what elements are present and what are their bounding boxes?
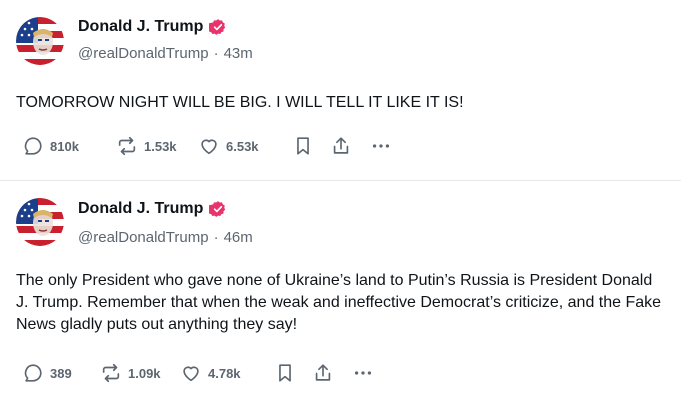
bookmark-button[interactable] [274, 362, 312, 384]
post-time[interactable]: 46m [224, 229, 253, 246]
avatar[interactable] [16, 198, 64, 246]
post-2-layer: Donald J. Trump @realDonaldTrump · 46m T… [0, 0, 681, 408]
author-handle[interactable]: @realDonaldTrump [78, 229, 209, 246]
reply-count: 389 [50, 365, 72, 381]
more-icon [354, 371, 372, 375]
bookmark-icon [279, 364, 291, 382]
like-button[interactable]: 4.78k [180, 362, 274, 384]
post-meta: @realDonaldTrump · 46m [78, 229, 253, 246]
author-name[interactable]: Donald J. Trump [78, 200, 203, 218]
heart-icon [183, 366, 199, 382]
post-actions: 389 1.09k 4.78k [22, 361, 374, 385]
repost-count: 1.09k [128, 365, 161, 381]
author-row: Donald J. Trump [78, 200, 227, 218]
share-icon [315, 364, 331, 381]
more-button[interactable] [352, 362, 374, 384]
like-count: 4.78k [208, 365, 241, 381]
repost-button[interactable]: 1.09k [100, 362, 180, 384]
reply-button[interactable]: 389 [22, 362, 100, 384]
reply-icon [24, 364, 42, 382]
repost-icon [102, 363, 120, 383]
share-button[interactable] [312, 362, 352, 384]
verified-badge-icon [209, 201, 226, 217]
post-2-content: Donald J. Trump @realDonaldTrump · 46m T… [0, 0, 681, 408]
post-text: The only President who gave none of Ukra… [16, 272, 662, 333]
meta-separator: · [213, 229, 219, 246]
